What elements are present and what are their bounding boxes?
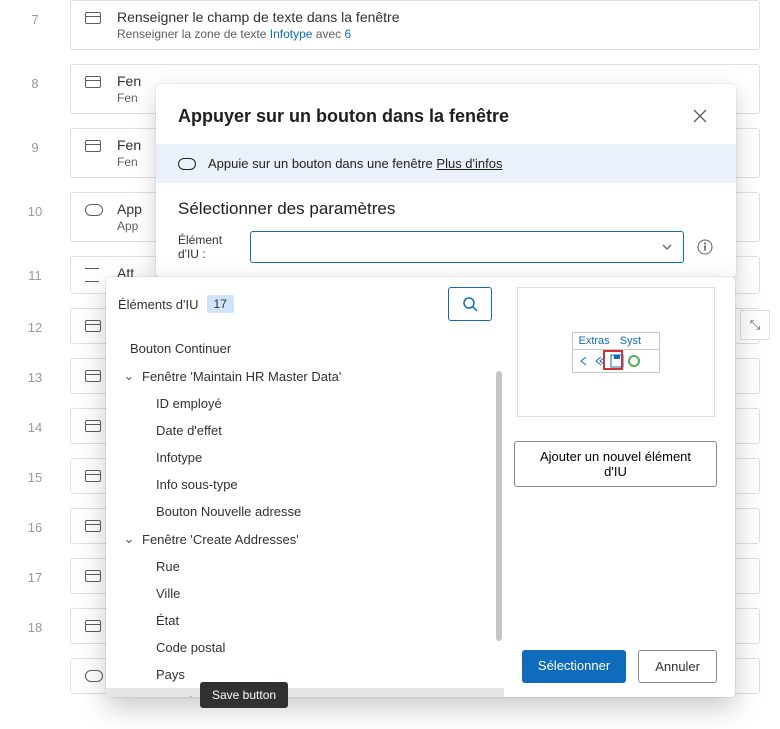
- more-info-link[interactable]: Plus d'infos: [436, 156, 502, 171]
- param-info-button[interactable]: [696, 238, 714, 256]
- picker-count-badge: 17: [207, 295, 234, 313]
- chevron-down-icon: ⌄: [122, 368, 136, 384]
- flow-step-card[interactable]: Renseigner le champ de texte dans la fen…: [70, 0, 760, 50]
- step-title: App: [117, 201, 142, 217]
- save-icon: [609, 353, 625, 369]
- step-variable-link[interactable]: Infotype: [270, 27, 313, 41]
- tree-scrollbar[interactable]: [496, 371, 502, 641]
- window-icon: [85, 137, 103, 155]
- tree-item[interactable]: Save button: [106, 688, 504, 697]
- tree-item[interactable]: Date d'effet: [106, 417, 504, 444]
- window-icon: [85, 317, 103, 335]
- select-button[interactable]: Sélectionner: [522, 650, 626, 683]
- parameters-header: Sélectionner des paramètres: [156, 183, 736, 227]
- step-title: Fen: [117, 73, 141, 89]
- step-number: 15: [0, 458, 70, 485]
- info-strip: Appuie sur un bouton dans une fenêtre Pl…: [156, 144, 736, 183]
- step-subtitle: App: [117, 219, 142, 233]
- step-number: 8: [0, 64, 70, 91]
- add-ui-element-button[interactable]: Ajouter un nouvel élément d'IU: [514, 441, 717, 487]
- element-preview: Extras Syst: [517, 287, 715, 417]
- step-number: 11: [0, 256, 70, 283]
- drag-handle[interactable]: ⤡: [740, 310, 770, 340]
- tree-item[interactable]: Info sous-type: [106, 471, 504, 498]
- tree-item[interactable]: Code postal: [106, 634, 504, 661]
- press-button-icon: [178, 158, 196, 170]
- step-title: Fen: [117, 137, 141, 153]
- tree-group[interactable]: ⌄ Fenêtre 'Maintain HR Master Data': [106, 362, 504, 390]
- tree-group-label: Fenêtre 'Create Addresses': [142, 532, 299, 547]
- tree-item[interactable]: Ville: [106, 580, 504, 607]
- step-number: 18: [0, 608, 70, 635]
- step-number: 10: [0, 192, 70, 219]
- window-icon: [85, 417, 103, 435]
- preview-refresh-icon: [627, 354, 641, 368]
- window-icon: [85, 367, 103, 385]
- tree-item[interactable]: État: [106, 607, 504, 634]
- step-number: 7: [0, 0, 70, 27]
- wait-icon: [85, 265, 103, 285]
- close-button[interactable]: [686, 102, 714, 130]
- hover-tooltip: Save button: [200, 682, 288, 708]
- press-button-icon: [85, 201, 103, 219]
- tree-item[interactable]: Pays: [106, 661, 504, 688]
- preview-menu-system: Syst: [620, 335, 641, 347]
- step-number: 12: [0, 308, 70, 335]
- chevron-down-icon: ⌄: [122, 531, 136, 547]
- preview-menu-extras: Extras: [579, 335, 610, 347]
- picker-search-button[interactable]: [448, 287, 492, 321]
- preview-back-icon: [577, 354, 591, 368]
- ui-element-picker: Éléments d'IU 17 Bouton Continuer ⌄ Fenêtr…: [106, 277, 735, 697]
- step-number: 14: [0, 408, 70, 435]
- step-number: 13: [0, 358, 70, 385]
- tree-group-label: Fenêtre 'Maintain HR Master Data': [142, 369, 341, 384]
- action-properties-panel: Appuyer sur un bouton dans la fenêtre Ap…: [156, 84, 736, 277]
- close-icon: [693, 109, 707, 123]
- step-title: Renseigner le champ de texte dans la fen…: [117, 9, 400, 25]
- window-icon: [85, 617, 103, 635]
- chevron-down-icon: [661, 241, 673, 253]
- tree-item[interactable]: Bouton Nouvelle adresse: [106, 498, 504, 525]
- step-value-link[interactable]: 6: [344, 27, 351, 41]
- step-number: 17: [0, 558, 70, 585]
- step-subtitle: Renseigner la zone de texte Infotype ave…: [117, 27, 400, 41]
- tree-item[interactable]: Rue: [106, 553, 504, 580]
- panel-title: Appuyer sur un bouton dans la fenêtre: [178, 106, 509, 127]
- step-subtitle: Fen: [117, 155, 141, 169]
- tree-item[interactable]: Bouton Continuer: [106, 335, 504, 362]
- tree-item[interactable]: Infotype: [106, 444, 504, 471]
- info-icon: [697, 239, 713, 255]
- step-number: 9: [0, 128, 70, 155]
- window-icon: [85, 467, 103, 485]
- search-icon: [462, 296, 478, 312]
- window-icon: [85, 567, 103, 585]
- step-subtitle: Fen: [117, 91, 141, 105]
- ui-element-combobox[interactable]: [250, 231, 684, 263]
- ui-element-label: Élément d'IU :: [178, 233, 238, 262]
- window-icon: [85, 9, 103, 27]
- tree-group[interactable]: ⌄ Fenêtre 'Create Addresses': [106, 525, 504, 553]
- info-text: Appuie sur un bouton dans une fenêtre: [208, 156, 436, 171]
- cancel-button[interactable]: Annuler: [638, 650, 717, 683]
- ui-element-tree: Bouton Continuer ⌄ Fenêtre 'Maintain HR Ma…: [106, 331, 504, 697]
- step-number: 16: [0, 508, 70, 535]
- preview-back2-icon: [593, 354, 607, 368]
- press-button-icon: [85, 667, 103, 685]
- tree-item[interactable]: ID employé: [106, 390, 504, 417]
- window-icon: [85, 517, 103, 535]
- window-icon: [85, 73, 103, 91]
- picker-heading: Éléments d'IU: [118, 297, 199, 312]
